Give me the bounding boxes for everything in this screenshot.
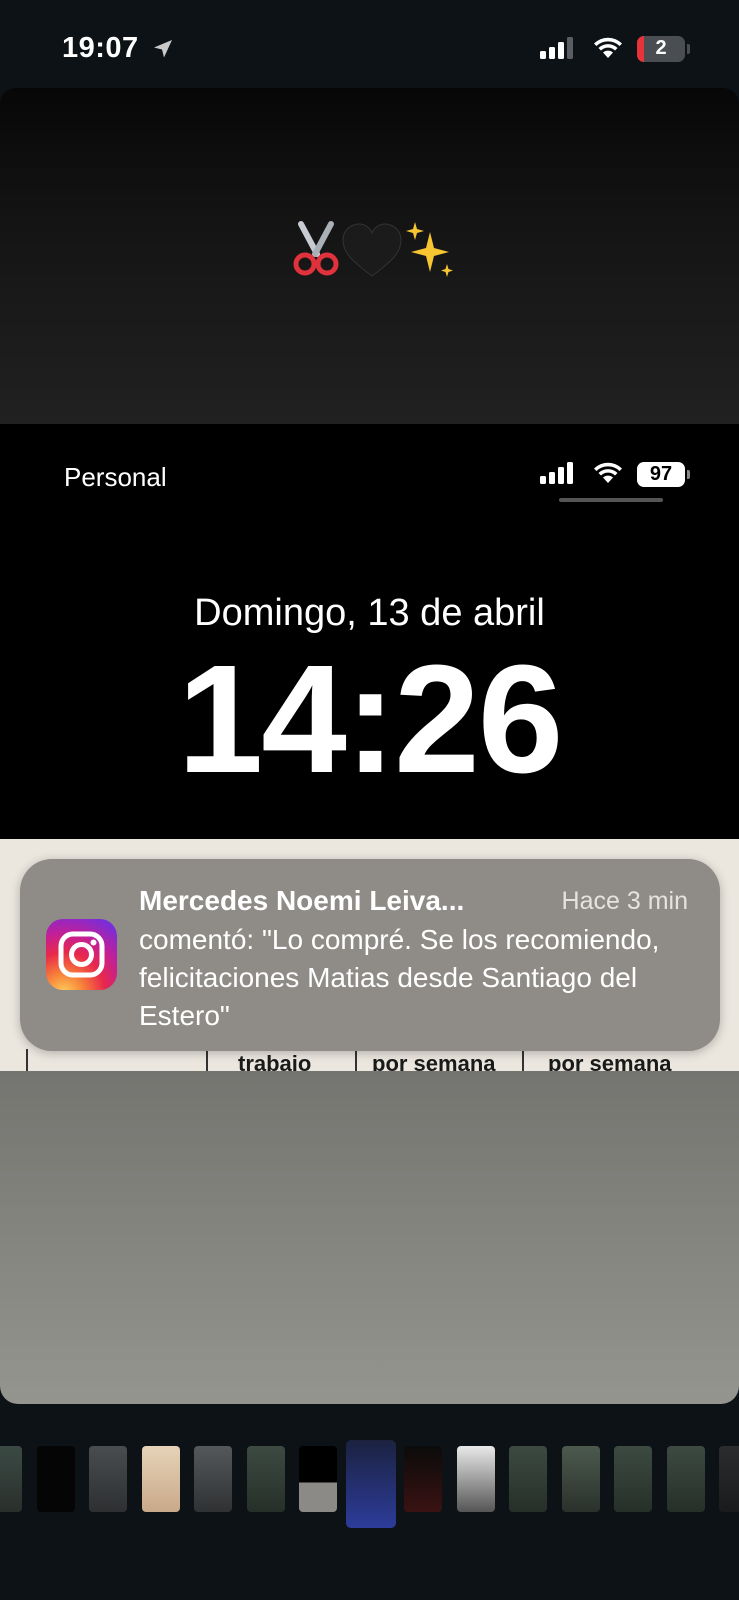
instagram-notification[interactable]: Mercedes Noemi Leiva... Hace 3 min comen… [20, 859, 720, 1051]
story-card[interactable] [0, 88, 739, 424]
table-header: por semana [372, 1051, 496, 1071]
thumbnail[interactable] [346, 1440, 396, 1528]
home-indicator [559, 498, 663, 502]
thumbnail[interactable] [614, 1446, 652, 1512]
preview-lower-area [0, 1071, 739, 1404]
thumbnail-strip[interactable] [0, 1440, 739, 1528]
lockscreen-clock: 14:26 [177, 633, 564, 805]
notification-body: comentó: "Lo compré. Se los recomiendo, … [139, 924, 660, 1031]
wifi-icon [594, 37, 622, 58]
battery-tip [687, 44, 690, 54]
preview-battery: 97 [637, 462, 685, 487]
notification-time: Hace 3 min [561, 887, 688, 915]
thumbnail[interactable] [247, 1446, 285, 1512]
lockscreen-date: Domingo, 13 de abril [194, 592, 545, 634]
thumbnail[interactable] [509, 1446, 547, 1512]
wifi-icon [594, 462, 622, 483]
battery-icon: 2 [637, 36, 685, 62]
story-emoji-row [0, 218, 739, 287]
status-time: 19:07 [62, 32, 139, 64]
location-arrow-icon [154, 40, 172, 58]
sparkles-icon [405, 222, 453, 277]
table-header: trabajo [238, 1051, 312, 1071]
table-divider [26, 1049, 28, 1071]
cellular-signal-icon [540, 37, 573, 59]
thumbnail[interactable] [404, 1446, 442, 1512]
battery-level: 2 [655, 37, 667, 59]
instagram-icon [46, 919, 117, 990]
thumbnail[interactable] [194, 1446, 232, 1512]
thumbnail[interactable] [0, 1446, 22, 1512]
status-bar: 19:07 2 [0, 0, 739, 90]
scissors-icon [293, 221, 338, 276]
screenshot-preview[interactable]: Personal 97 Domingo, 13 de abril 14:26 t… [0, 424, 739, 1404]
table-divider [522, 1049, 524, 1071]
thumbnail[interactable] [142, 1446, 180, 1512]
table-divider [355, 1049, 357, 1071]
instagram-glyph [58, 931, 105, 978]
thumbnail[interactable] [667, 1446, 705, 1512]
thumbnail[interactable] [719, 1446, 739, 1512]
story-emoji-svg [293, 221, 453, 277]
thumbnail[interactable] [562, 1446, 600, 1512]
table-divider [206, 1049, 208, 1071]
black-heart-icon [341, 223, 402, 277]
cellular-signal-icon [540, 462, 573, 484]
thumbnail[interactable] [457, 1446, 495, 1512]
notification-title: Mercedes Noemi Leiva... [139, 885, 465, 916]
preview-carrier: Personal [64, 462, 167, 492]
thumbnail[interactable] [37, 1446, 75, 1512]
thumbnail[interactable] [299, 1446, 337, 1512]
table-header: por semana [548, 1051, 672, 1071]
thumbnail[interactable] [89, 1446, 127, 1512]
battery-tip [687, 470, 690, 479]
